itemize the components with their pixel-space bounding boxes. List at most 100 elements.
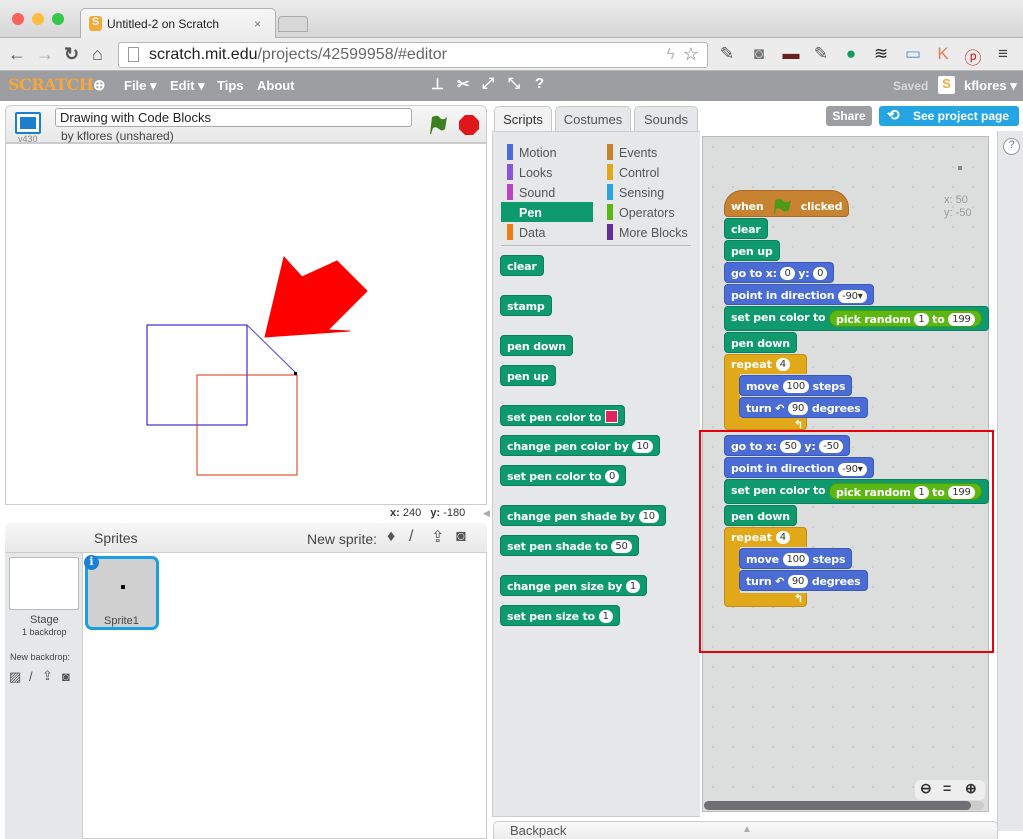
script-block-move-1[interactable]: move 100 steps (739, 375, 853, 396)
number-input[interactable]: 1 (598, 610, 613, 623)
palette-block-change-pen-size[interactable]: change pen size by 1 (500, 575, 648, 596)
collapse-stage-arrow-icon[interactable]: ◀ (483, 508, 490, 519)
category-pen[interactable]: Pen (501, 202, 593, 222)
menu-edit[interactable]: Edit ▾ (170, 78, 205, 94)
close-window-button[interactable] (12, 13, 24, 25)
palette-block-clear[interactable]: clear (500, 255, 544, 276)
project-title-input[interactable]: Drawing with Code Blocks (55, 108, 412, 127)
hat-block-when-flag-clicked[interactable]: when clicked (724, 190, 850, 217)
script-block-clear[interactable]: clear (724, 218, 768, 239)
number-input[interactable]: 0 (605, 470, 620, 483)
number-input[interactable]: 1 (625, 580, 641, 593)
new-tab-button[interactable] (278, 16, 308, 32)
user-menu[interactable]: kflores ▾ (964, 78, 1017, 94)
see-project-page-button[interactable]: ⟲ See project page (879, 106, 1019, 126)
paint-backdrop-icon[interactable]: / (29, 669, 33, 684)
hangouts-icon[interactable]: ● (840, 44, 862, 64)
palette-block-change-pen-color[interactable]: change pen color by 10 (500, 435, 660, 456)
incognito-mask-icon[interactable]: ▬ (780, 44, 802, 64)
script-block-turn-1[interactable]: turn ↶ 90 degrees (739, 397, 868, 418)
pinterest-icon[interactable]: ⓟ (962, 44, 984, 69)
y-input[interactable]: 0 (813, 267, 828, 280)
address-bar[interactable]: scratch.mit.edu/projects/42599958/#edito… (118, 42, 708, 68)
delete-scissors-icon[interactable]: ✂ (457, 75, 470, 93)
my-stuff-folder-icon[interactable]: S (938, 76, 955, 94)
reload-icon[interactable]: ↻ (64, 44, 79, 65)
sprite-info-icon[interactable]: i (84, 555, 99, 570)
chrome-menu-icon[interactable]: ≡ (992, 44, 1014, 64)
category-more-blocks[interactable]: More Blocks (601, 222, 696, 242)
number-input[interactable]: 10 (632, 440, 653, 453)
paint-sprite-icon[interactable]: / (409, 528, 413, 546)
home-icon[interactable]: ⌂ (92, 44, 103, 65)
extension-tool-icon[interactable]: ✎ (810, 44, 832, 64)
upload-backdrop-icon[interactable]: ⇪ (42, 668, 53, 684)
color-swatch[interactable] (605, 410, 619, 423)
script-block-set-pen-color-1[interactable]: set pen color to pick random 1 to 199 (724, 306, 989, 331)
green-flag-icon[interactable] (426, 114, 448, 136)
menu-about[interactable]: About (257, 78, 295, 93)
browser-tab[interactable]: S Untitled-2 on Scratch × (80, 8, 276, 39)
category-events[interactable]: Events (601, 142, 696, 162)
stage-thumbnail[interactable] (9, 557, 79, 610)
palette-block-pen-down[interactable]: pen down (500, 335, 573, 356)
pocket-icon[interactable]: ◙ (748, 44, 770, 64)
category-control[interactable]: Control (601, 162, 696, 182)
shrink-icon[interactable]: ⤡ (508, 75, 520, 92)
presentation-mode-button[interactable] (15, 112, 41, 134)
share-button[interactable]: Share (826, 106, 872, 126)
help-tips-icon[interactable]: ? (1003, 138, 1020, 155)
stop-sign-icon[interactable] (458, 114, 480, 136)
direction-dropdown[interactable]: -90▾ (838, 290, 867, 303)
back-icon[interactable]: ← (8, 44, 26, 65)
grow-icon[interactable]: ⤢ (482, 75, 494, 92)
menu-tips[interactable]: Tips (217, 78, 244, 93)
tab-sounds[interactable]: Sounds (634, 106, 698, 131)
palette-block-set-pen-size[interactable]: set pen size to 1 (500, 605, 620, 626)
horizontal-scrollbar[interactable] (704, 801, 971, 810)
extension-flashlight-icon[interactable]: ✎ (716, 44, 738, 64)
camera-sprite-icon[interactable]: ◙ (456, 528, 466, 546)
palette-block-stamp[interactable]: stamp (500, 295, 552, 316)
minimize-window-button[interactable] (32, 13, 44, 25)
pick-random-reporter[interactable]: pick random 1 to 199 (829, 310, 982, 327)
expand-backpack-icon[interactable]: ▲ (742, 824, 752, 835)
zoom-in-icon[interactable]: ⊕ (965, 780, 977, 797)
number-input[interactable]: 10 (638, 510, 659, 523)
zoom-out-icon[interactable]: ⊖ (920, 780, 932, 797)
palette-block-pen-up[interactable]: pen up (500, 365, 556, 386)
scratch-logo[interactable]: SCRATCH (8, 75, 94, 94)
duplicate-stamp-icon[interactable]: ⊥ (431, 75, 444, 93)
menu-file[interactable]: File ▾ (124, 78, 157, 94)
category-looks[interactable]: Looks (501, 162, 596, 182)
forward-icon[interactable]: → (36, 44, 54, 65)
camera-backdrop-icon[interactable]: ◙ (62, 669, 70, 684)
tab-close-icon[interactable]: × (254, 17, 261, 31)
help-question-icon[interactable]: ? (535, 75, 544, 92)
zoom-reset-icon[interactable]: = (943, 780, 951, 796)
palette-block-set-pen-shade[interactable]: set pen shade to 50 (500, 535, 639, 556)
repeat-count-input[interactable]: 4 (775, 358, 791, 371)
language-globe-icon[interactable]: ⊕ (93, 76, 106, 94)
script-block-go-to-xy-1[interactable]: go to x: 0 y: 0 (724, 262, 835, 283)
category-sensing[interactable]: Sensing (601, 182, 696, 202)
backpack-bar[interactable]: Backpack ▲ (493, 821, 998, 839)
palette-block-change-pen-shade[interactable]: change pen shade by 10 (500, 505, 666, 526)
klout-icon[interactable]: K (932, 44, 954, 64)
x-input[interactable]: 0 (780, 267, 795, 280)
category-operators[interactable]: Operators (601, 202, 696, 222)
backdrop-library-icon[interactable]: ▨ (9, 669, 21, 685)
tab-costumes[interactable]: Costumes (555, 106, 631, 131)
stage-canvas[interactable] (5, 143, 487, 505)
layers-icon[interactable]: ≋ (870, 44, 892, 64)
category-motion[interactable]: Motion (501, 142, 596, 162)
window-resize-icon[interactable]: ▭ (902, 44, 924, 64)
script-block-pen-down-1[interactable]: pen down (724, 332, 797, 353)
script-block-pen-up[interactable]: pen up (724, 240, 780, 261)
maximize-window-button[interactable] (52, 13, 64, 25)
number-input[interactable]: 50 (611, 540, 632, 553)
category-sound[interactable]: Sound (501, 182, 596, 202)
script-block-point-direction-1[interactable]: point in direction -90▾ (724, 284, 874, 305)
sprite-from-library-icon[interactable]: ♦ (387, 528, 395, 546)
palette-block-set-pen-color-swatch[interactable]: set pen color to (500, 405, 626, 426)
